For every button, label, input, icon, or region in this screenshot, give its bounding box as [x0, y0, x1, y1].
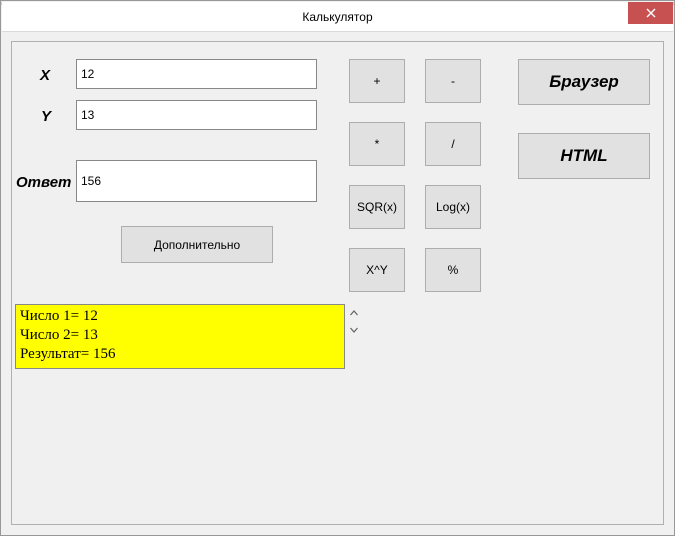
label-x: X [40, 67, 50, 84]
sqr-button[interactable]: SQR(x) [349, 185, 405, 229]
chevron-down-icon [350, 325, 358, 335]
label-answer: Ответ [16, 174, 71, 191]
html-button[interactable]: HTML [518, 133, 650, 179]
divide-button[interactable]: / [425, 122, 481, 166]
chevron-up-icon [350, 308, 358, 318]
close-icon [646, 8, 656, 18]
log-button[interactable]: Log(x) [425, 185, 481, 229]
extra-button[interactable]: Дополнительно [121, 226, 273, 263]
percent-button[interactable]: % [425, 248, 481, 292]
app-window: Калькулятор X Y Ответ Дополнительно + - … [0, 0, 675, 536]
minus-button[interactable]: - [425, 59, 481, 103]
label-y: Y [41, 108, 51, 125]
scroll-down-button[interactable] [345, 321, 362, 338]
log-textarea[interactable]: Число 1= 12 Число 2= 13 Результат= 156 [15, 304, 345, 369]
window-title: Калькулятор [302, 10, 372, 24]
close-button[interactable] [628, 2, 673, 24]
power-button[interactable]: X^Y [349, 248, 405, 292]
input-answer[interactable] [76, 160, 317, 202]
multiply-button[interactable]: * [349, 122, 405, 166]
plus-button[interactable]: + [349, 59, 405, 103]
log-scrollbar[interactable] [345, 304, 362, 369]
scroll-up-button[interactable] [345, 304, 362, 321]
browser-button[interactable]: Браузер [518, 59, 650, 105]
titlebar[interactable]: Калькулятор [2, 2, 673, 32]
client-area: X Y Ответ Дополнительно + - * / SQR(x) L… [11, 41, 664, 525]
input-y[interactable] [76, 100, 317, 130]
input-x[interactable] [76, 59, 317, 89]
log-area: Число 1= 12 Число 2= 13 Результат= 156 [15, 304, 362, 369]
